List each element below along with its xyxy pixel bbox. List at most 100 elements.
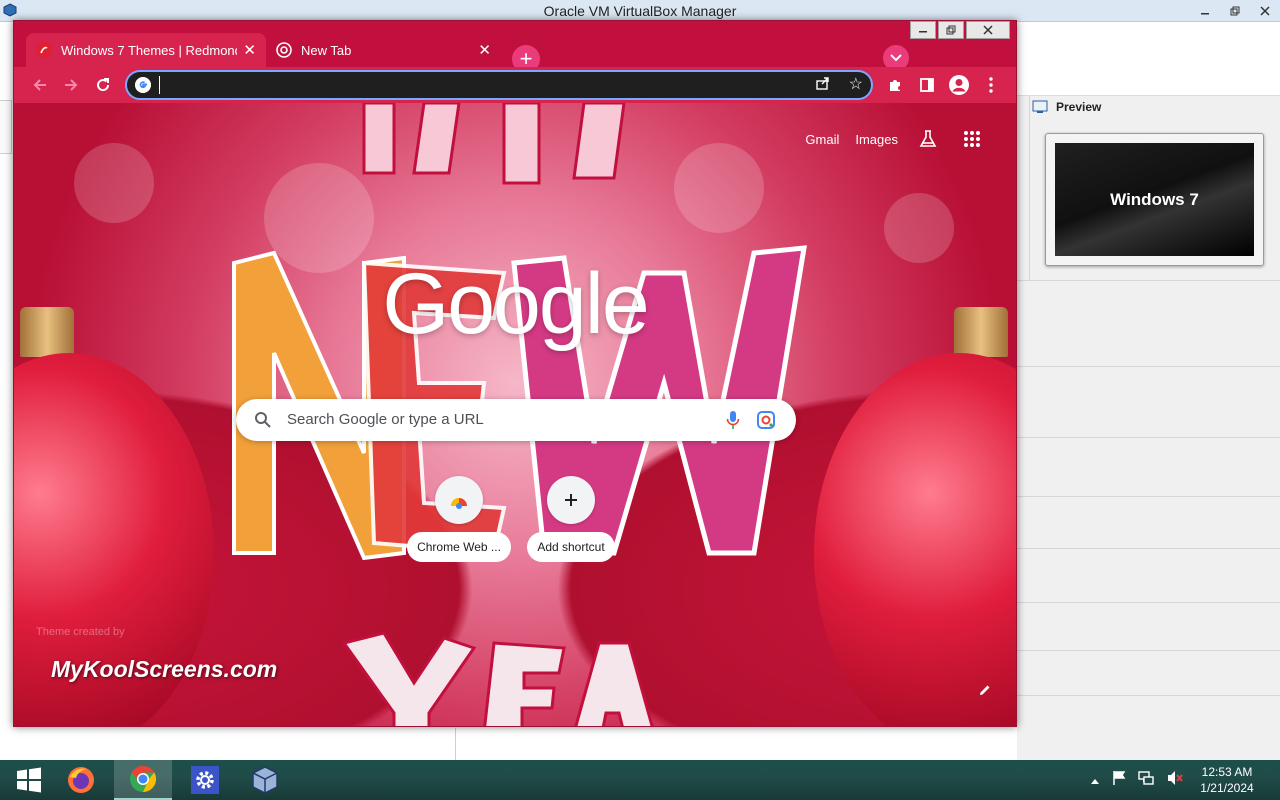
google-logo: Google	[382, 256, 649, 352]
shortcut-chrome-web-store[interactable]: Chrome Web ...	[407, 476, 511, 567]
windows-taskbar: 12:53 AM 1/21/2024	[0, 760, 1280, 800]
divider	[1017, 650, 1280, 651]
side-panel-icon	[920, 78, 934, 92]
start-button[interactable]	[0, 760, 58, 800]
preview-label: Preview	[1056, 100, 1102, 114]
more-vert-icon	[989, 77, 993, 93]
bokeh-decoration	[884, 193, 954, 263]
chrome-menu-button[interactable]	[979, 73, 1003, 97]
taskbar-chrome[interactable]	[114, 760, 172, 800]
ntp-search-box[interactable]: Search Google or type a URL	[236, 399, 796, 441]
search-placeholder: Search Google or type a URL	[287, 411, 484, 428]
tab-title: New Tab	[301, 42, 352, 58]
tab-windows7-themes[interactable]: Windows 7 Themes | Redmond P ✕	[26, 33, 266, 67]
vbox-minimize-button[interactable]	[1190, 0, 1220, 22]
minimize-icon	[1201, 13, 1209, 15]
firefox-icon	[68, 767, 94, 793]
gear-icon	[191, 766, 219, 794]
network-icon[interactable]	[1138, 770, 1154, 791]
shortcut-icon-tile	[547, 476, 595, 524]
text-caret	[159, 76, 160, 94]
tab-close-icon[interactable]: ✕	[478, 41, 491, 59]
chrome-web-store-icon	[451, 498, 467, 509]
taskbar-clock[interactable]: 12:53 AM 1/21/2024	[1194, 764, 1260, 796]
ornament-right-decoration	[814, 353, 1016, 726]
year-lettering-decoration	[341, 631, 654, 726]
vbox-restore-button[interactable]	[1220, 0, 1250, 22]
arrow-left-icon	[33, 79, 46, 91]
theme-watermark: MyKoolScreens.com	[51, 656, 278, 682]
vbox-titlebar: Oracle VM VirtualBox Manager	[0, 0, 1280, 22]
clock-date: 1/21/2024	[1200, 781, 1254, 795]
preview-section-header[interactable]: Preview	[1032, 100, 1101, 114]
reload-icon	[97, 78, 110, 92]
action-center-flag-icon[interactable]	[1112, 770, 1126, 791]
redmond-favicon-icon	[36, 42, 52, 58]
divider	[455, 728, 456, 760]
divider	[1017, 437, 1280, 438]
google-g-icon	[135, 77, 151, 93]
taskbar-firefox[interactable]	[52, 760, 110, 800]
microphone-icon[interactable]	[726, 410, 740, 430]
customize-chrome-button[interactable]	[978, 683, 992, 702]
chrome-icon	[130, 765, 157, 793]
gmail-link[interactable]: Gmail	[805, 132, 839, 147]
divider	[1017, 496, 1280, 497]
close-icon	[1260, 6, 1270, 16]
divider	[1029, 96, 1030, 280]
system-tray	[1090, 770, 1184, 791]
side-panel-button[interactable]	[915, 73, 939, 97]
volume-muted-icon[interactable]	[1166, 770, 1184, 791]
chevron-down-icon	[890, 54, 902, 62]
divider	[1017, 366, 1280, 367]
monitor-icon	[1032, 100, 1048, 113]
vbox-left-panel-edge	[0, 100, 12, 154]
vm-preview-thumbnail[interactable]: Windows 7	[1045, 133, 1264, 266]
clock-time: 12:53 AM	[1201, 765, 1253, 779]
shortcut-label: Add shortcut	[527, 532, 615, 562]
chevron-up-icon	[1091, 778, 1099, 784]
divider	[1017, 548, 1280, 549]
shortcut-add[interactable]: Add shortcut	[519, 476, 623, 567]
bokeh-decoration	[74, 143, 154, 223]
tab-title: Windows 7 Themes | Redmond P	[61, 42, 238, 58]
theme-credit[interactable]: Theme created by	[36, 626, 125, 638]
profile-button[interactable]	[947, 73, 971, 97]
virtualbox-icon	[252, 766, 278, 794]
show-hidden-icons-button[interactable]	[1090, 772, 1100, 790]
taskbar-settings[interactable]	[176, 760, 234, 800]
arrow-right-icon	[65, 79, 78, 91]
divider	[1017, 602, 1280, 603]
divider	[1017, 280, 1280, 281]
labs-button[interactable]	[914, 125, 942, 153]
google-lens-icon[interactable]	[756, 410, 776, 430]
taskbar-virtualbox[interactable]	[236, 760, 294, 800]
google-apps-button[interactable]	[958, 125, 986, 153]
share-icon[interactable]	[815, 75, 831, 91]
bokeh-decoration	[674, 143, 764, 233]
vbox-close-button[interactable]	[1250, 0, 1280, 22]
extensions-button[interactable]	[883, 73, 907, 97]
divider	[1017, 695, 1280, 696]
tab-new-tab[interactable]: New Tab ✕	[266, 33, 501, 67]
restore-icon	[1230, 6, 1240, 16]
shortcut-label: Chrome Web ...	[407, 532, 511, 562]
bookmark-star-icon[interactable]: ☆	[849, 74, 863, 94]
address-bar[interactable]: ☆	[125, 70, 873, 100]
images-link[interactable]: Images	[855, 132, 898, 147]
ntp-top-links: Gmail Images	[805, 125, 986, 153]
shortcut-icon-tile	[435, 476, 483, 524]
vbox-window-title: Oracle VM VirtualBox Manager	[543, 3, 737, 19]
happy-lettering-decoration	[362, 103, 626, 185]
back-button[interactable]	[28, 73, 52, 97]
forward-button[interactable]	[59, 73, 83, 97]
plus-icon	[565, 494, 577, 506]
reload-button[interactable]	[91, 73, 115, 97]
puzzle-icon	[890, 80, 900, 91]
flask-icon	[919, 130, 937, 147]
apps-grid-icon	[964, 131, 980, 147]
windows-logo-icon	[17, 767, 41, 793]
tab-close-icon[interactable]: ✕	[243, 41, 256, 59]
avatar-icon	[949, 75, 969, 95]
chrome-toolbar: ☆	[14, 67, 1016, 103]
